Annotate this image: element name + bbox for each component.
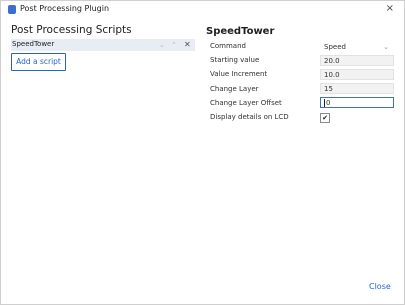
post-processing-dialog: Post Processing Plugin × Post Processing… bbox=[0, 0, 405, 305]
window-title: Post Processing Plugin bbox=[20, 4, 110, 13]
value-increment-field[interactable]: 10.0 bbox=[320, 69, 394, 80]
script-list-item[interactable]: SpeedTower ⌄ ⌃ ✕ bbox=[11, 39, 195, 51]
change-layer-offset-field[interactable]: 0 bbox=[320, 97, 394, 108]
change-layer-label: Change Layer bbox=[210, 85, 259, 93]
chevron-down-icon: ⌄ bbox=[383, 43, 389, 51]
command-label: Command bbox=[210, 42, 246, 50]
scripts-heading: Post Processing Scripts bbox=[11, 24, 132, 36]
starting-value-field[interactable]: 20.0 bbox=[320, 55, 394, 66]
move-down-icon[interactable]: ⌄ bbox=[159, 39, 165, 51]
change-layer-offset-label: Change Layer Offset bbox=[210, 99, 282, 107]
remove-script-icon[interactable]: ✕ bbox=[184, 39, 191, 51]
display-lcd-label: Display details on LCD bbox=[210, 113, 289, 121]
command-select[interactable]: Speed ⌄ bbox=[320, 41, 394, 52]
text-cursor bbox=[324, 99, 325, 107]
add-script-button[interactable]: Add a script bbox=[11, 53, 66, 71]
starting-value-label: Starting value bbox=[210, 56, 260, 64]
command-value: Speed bbox=[324, 43, 346, 51]
close-icon[interactable]: × bbox=[386, 3, 394, 15]
script-settings-heading: SpeedTower bbox=[206, 26, 275, 37]
value-increment-label: Value Increment bbox=[210, 70, 268, 78]
display-lcd-checkbox[interactable]: ✔ bbox=[320, 113, 330, 123]
close-button[interactable]: Close bbox=[369, 282, 391, 291]
move-up-icon[interactable]: ⌃ bbox=[171, 39, 177, 51]
change-layer-field[interactable]: 15 bbox=[320, 83, 394, 94]
script-name: SpeedTower bbox=[12, 40, 55, 48]
title-bar: Post Processing Plugin × bbox=[1, 1, 404, 19]
app-icon bbox=[8, 5, 16, 14]
change-layer-offset-value: 0 bbox=[326, 99, 331, 107]
